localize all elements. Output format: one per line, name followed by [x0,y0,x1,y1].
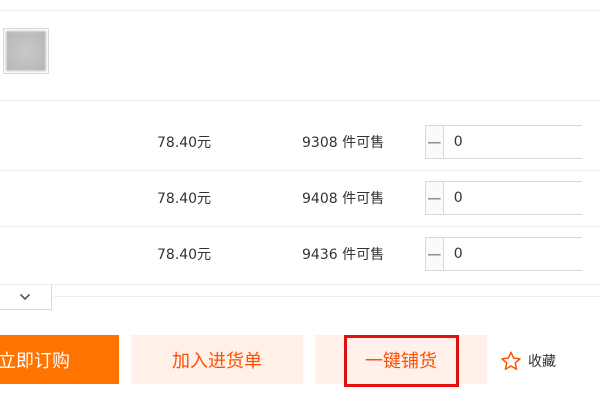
sku-price: 78.40元 [157,247,212,263]
divider [0,100,600,101]
expand-toggle[interactable] [0,285,52,310]
decrease-button[interactable]: − [426,126,444,158]
quantity-input[interactable] [443,126,600,158]
sku-row: 78.40元 9308 件可售 − + [0,114,600,170]
sku-thumbnail[interactable] [3,28,49,74]
favorite-label: 收藏 [528,354,556,370]
product-purchase-panel: 78.40元 9308 件可售 − + 78.40元 9408 件可售 − + … [0,0,600,400]
sku-stock: 9408 件可售 [302,191,385,207]
quantity-input[interactable] [443,238,600,270]
divider [54,296,600,297]
sku-row: 78.40元 9408 件可售 − + [0,170,600,226]
divider [0,10,600,11]
thumbnail-image [6,31,46,71]
decrease-button[interactable]: − [426,238,444,270]
sku-stock: 9308 件可售 [302,135,385,151]
divider [0,284,600,285]
sku-price: 78.40元 [157,135,212,151]
sku-price: 78.40元 [157,191,212,207]
star-outline-icon [501,351,521,370]
quantity-input[interactable] [443,182,600,214]
sku-row: 78.40元 9436 件可售 − + [0,226,600,282]
favorite-button[interactable]: 收藏 [500,347,556,375]
quantity-stepper: − + [425,181,600,215]
chevron-down-icon [19,293,31,301]
quantity-stepper: − + [425,125,600,159]
one-click-distribute-button[interactable]: 一键铺货 [315,335,487,384]
quantity-stepper: − + [425,237,600,271]
buy-now-button[interactable]: 立即订购 [0,335,119,384]
sku-stock: 9436 件可售 [302,247,385,263]
decrease-button[interactable]: − [426,182,444,214]
add-to-cart-button[interactable]: 加入进货单 [131,335,303,384]
